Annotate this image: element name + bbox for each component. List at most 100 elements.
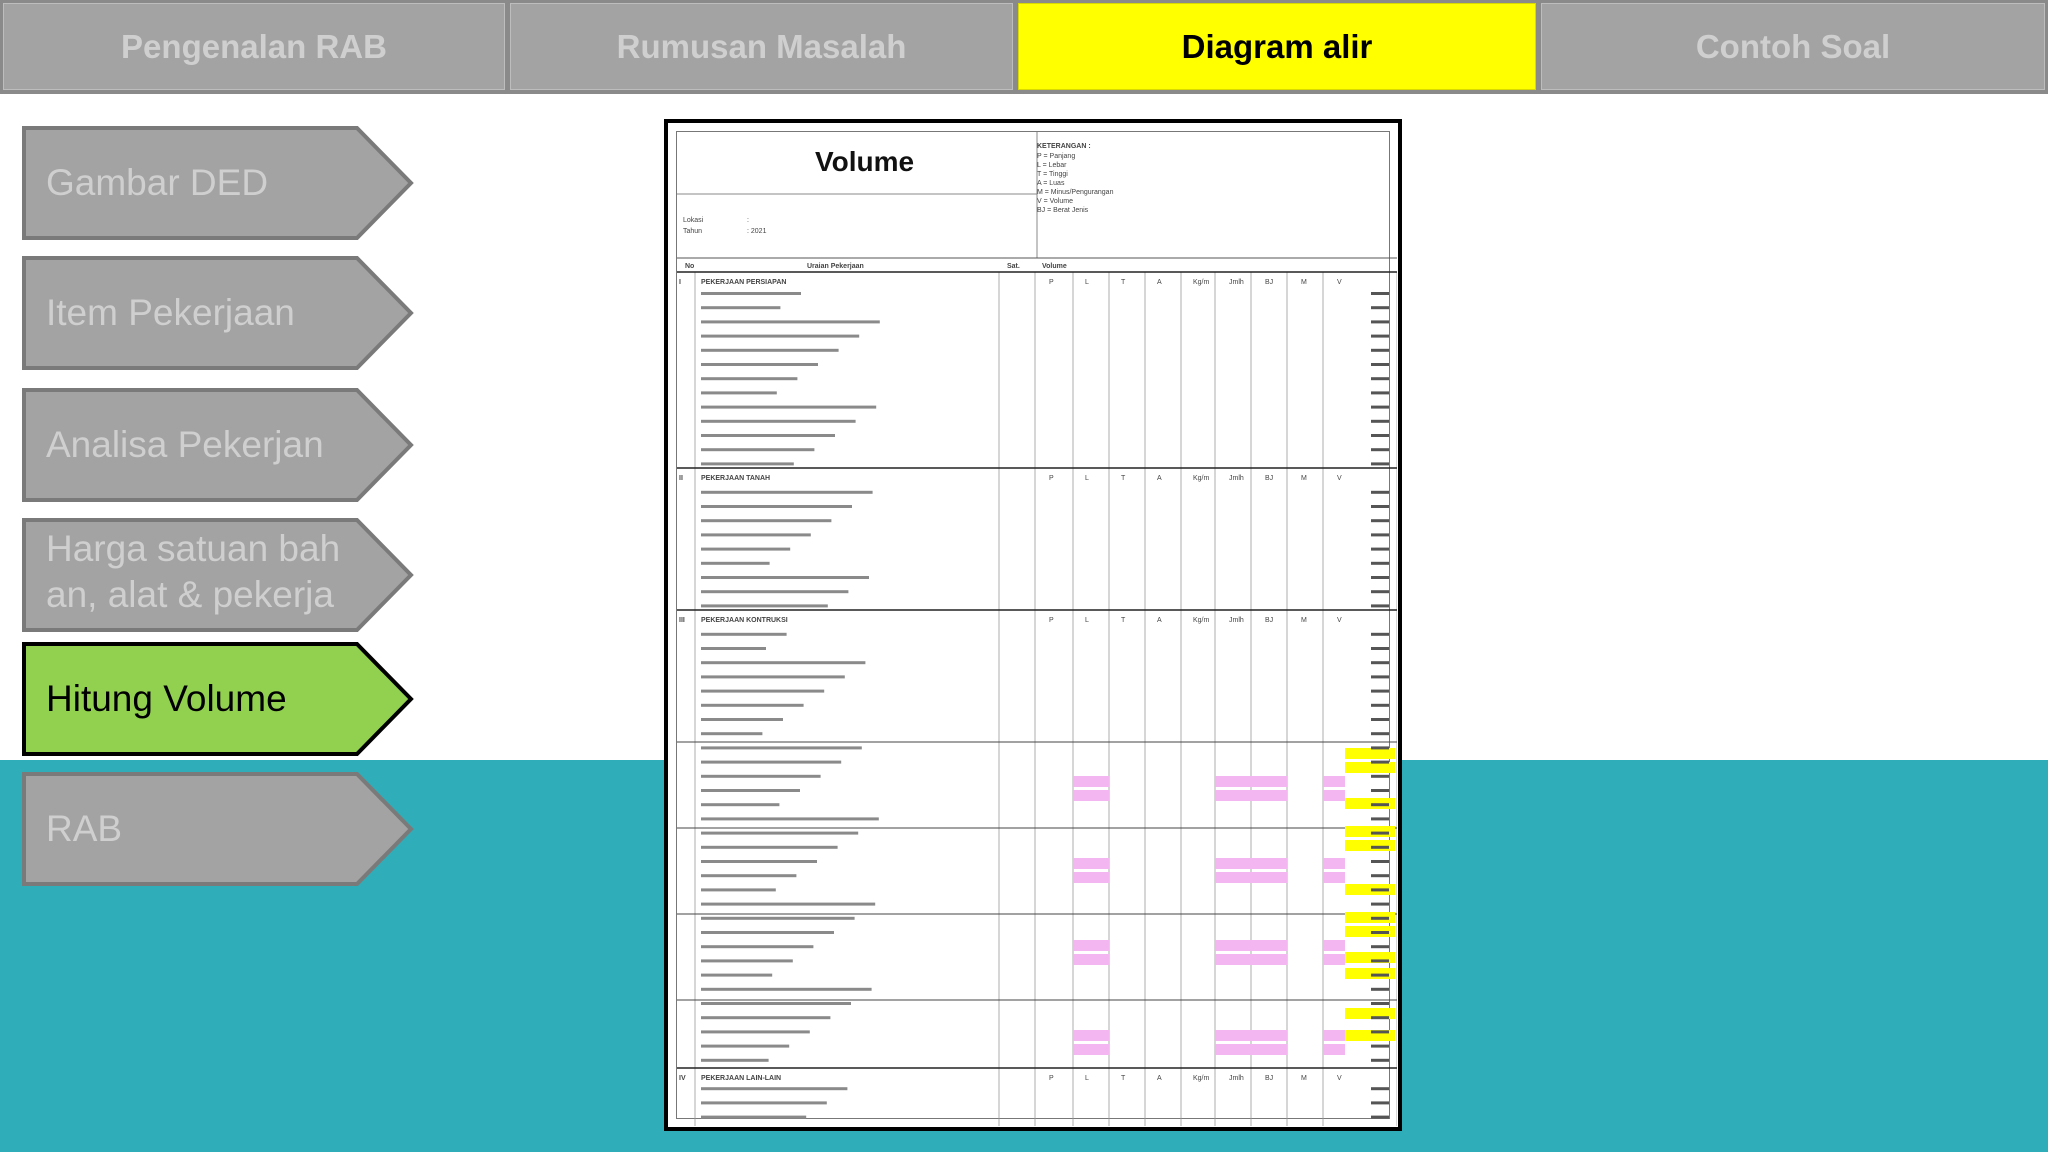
row-value xyxy=(1371,519,1389,523)
subcolumn-header: Kg/m xyxy=(1193,279,1210,286)
subcolumn-header: Kg/m xyxy=(1193,1075,1210,1082)
row-text xyxy=(701,448,815,452)
subcolumn-header: M xyxy=(1301,475,1307,482)
subcolumn-header: Kg/m xyxy=(1193,617,1210,624)
row-value xyxy=(1371,533,1389,537)
row-value xyxy=(1371,561,1389,565)
subcolumn-header: T xyxy=(1121,617,1126,624)
highlight-cell-pink xyxy=(1251,1044,1287,1055)
highlight-cell-pink xyxy=(1251,776,1287,787)
highlight-cell-pink xyxy=(1215,1030,1251,1041)
row-text xyxy=(701,789,800,792)
highlight-cell-pink xyxy=(1323,940,1345,951)
row-text xyxy=(701,334,860,338)
subcolumn-header: L xyxy=(1085,475,1089,482)
subcolumn-header: P xyxy=(1049,1075,1054,1082)
row-text xyxy=(701,405,877,409)
tab-diagram-alir[interactable]: Diagram alir xyxy=(1018,3,1536,90)
row-value xyxy=(1371,604,1389,608)
row-value xyxy=(1371,590,1389,594)
subcolumn-header: Jmlh xyxy=(1229,617,1244,624)
row-value xyxy=(1371,774,1389,778)
sidebar-item-harga-satuan[interactable]: Harga satuan bah an, alat & pekerja xyxy=(22,518,414,632)
highlight-cell-pink xyxy=(1215,858,1251,869)
row-text xyxy=(701,533,811,537)
tab-contoh-soal[interactable]: Contoh Soal xyxy=(1541,3,2045,90)
row-text xyxy=(701,1101,827,1105)
highlight-cell-pink xyxy=(1215,790,1251,801)
sidebar-label: Item Pekerjaan xyxy=(46,292,295,333)
highlight-cell-pink xyxy=(1323,1044,1345,1055)
row-text xyxy=(701,874,797,878)
row-value xyxy=(1371,377,1389,381)
row-value xyxy=(1371,987,1389,991)
sidebar-label: RAB xyxy=(46,808,123,849)
row-text xyxy=(701,1044,790,1048)
sidebar-item-item-pekerjaan[interactable]: Item Pekerjaan xyxy=(22,256,414,370)
row-text xyxy=(701,760,842,764)
subcolumn-header: T xyxy=(1121,279,1126,286)
row-value xyxy=(1371,462,1389,466)
subcolumn-header: Kg/m xyxy=(1193,475,1210,482)
tab-pengenalan-rab[interactable]: Pengenalan RAB xyxy=(3,3,505,90)
highlight-cell-pink xyxy=(1215,872,1251,883)
row-text xyxy=(701,1115,807,1119)
row-value xyxy=(1371,959,1389,963)
subcolumn-header: L xyxy=(1085,617,1089,624)
subcolumn-header: Jmlh xyxy=(1229,475,1244,482)
row-value xyxy=(1371,803,1389,807)
row-text xyxy=(701,661,866,665)
highlight-cell-pink xyxy=(1251,954,1287,965)
sidebar-item-gambar-ded[interactable]: Gambar DED xyxy=(22,126,414,240)
highlight-cell-pink xyxy=(1073,872,1109,883)
col-header-sat: Sat. xyxy=(1007,263,1020,270)
subcolumn-header: Jmlh xyxy=(1229,279,1244,286)
row-value xyxy=(1371,732,1389,736)
highlight-cell-pink xyxy=(1323,790,1345,801)
row-text xyxy=(701,945,814,949)
highlight-cell-pink xyxy=(1073,858,1109,869)
subcolumn-header: L xyxy=(1085,1075,1089,1082)
highlight-cell-pink xyxy=(1251,790,1287,801)
sidebar-item-analisa-pekerjan[interactable]: Analisa Pekerjan xyxy=(22,388,414,502)
row-text xyxy=(701,1002,851,1005)
subcolumn-header: T xyxy=(1121,1075,1126,1082)
section-title: PEKERJAAN KONTRUKSI xyxy=(701,617,788,624)
subcolumn-header: A xyxy=(1157,617,1162,624)
row-text xyxy=(701,320,880,324)
sidebar-item-hitung-volume[interactable]: Hitung Volume xyxy=(22,642,414,756)
row-value xyxy=(1371,419,1389,423)
subcolumn-header: M xyxy=(1301,1075,1307,1082)
sidebar-label: Hitung Volume xyxy=(46,678,287,719)
subcolumn-header: BJ xyxy=(1265,279,1274,286)
row-text xyxy=(701,902,876,906)
row-value xyxy=(1371,789,1389,792)
row-text xyxy=(701,490,873,494)
row-value xyxy=(1371,760,1389,764)
row-text xyxy=(701,561,770,565)
row-value xyxy=(1371,632,1389,636)
subcolumn-header: V xyxy=(1337,1075,1342,1082)
row-value xyxy=(1371,434,1389,437)
row-text xyxy=(701,1016,831,1020)
volume-document: Volume Lokasi : Tahun : 2021 KETERANGAN … xyxy=(664,119,1402,1131)
col-header-no: No xyxy=(685,263,695,270)
row-value xyxy=(1371,647,1389,650)
row-value xyxy=(1371,490,1389,494)
row-text xyxy=(701,590,849,594)
sidebar-item-rab[interactable]: RAB xyxy=(22,772,414,886)
row-value xyxy=(1371,888,1389,892)
row-value xyxy=(1371,363,1389,366)
row-value xyxy=(1371,576,1389,579)
highlight-cell-pink xyxy=(1073,954,1109,965)
row-value xyxy=(1371,945,1389,949)
section-title: PEKERJAAN PERSIAPAN xyxy=(701,279,787,286)
section-title: PEKERJAAN TANAH xyxy=(701,475,771,482)
row-text xyxy=(701,1058,769,1062)
row-value xyxy=(1371,1044,1389,1048)
row-value xyxy=(1371,661,1389,665)
row-value xyxy=(1371,1115,1389,1119)
section-title: PEKERJAAN LAIN-LAIN xyxy=(701,1075,782,1082)
tab-rumusan-masalah[interactable]: Rumusan Masalah xyxy=(510,3,1013,90)
highlight-cell-pink xyxy=(1215,940,1251,951)
